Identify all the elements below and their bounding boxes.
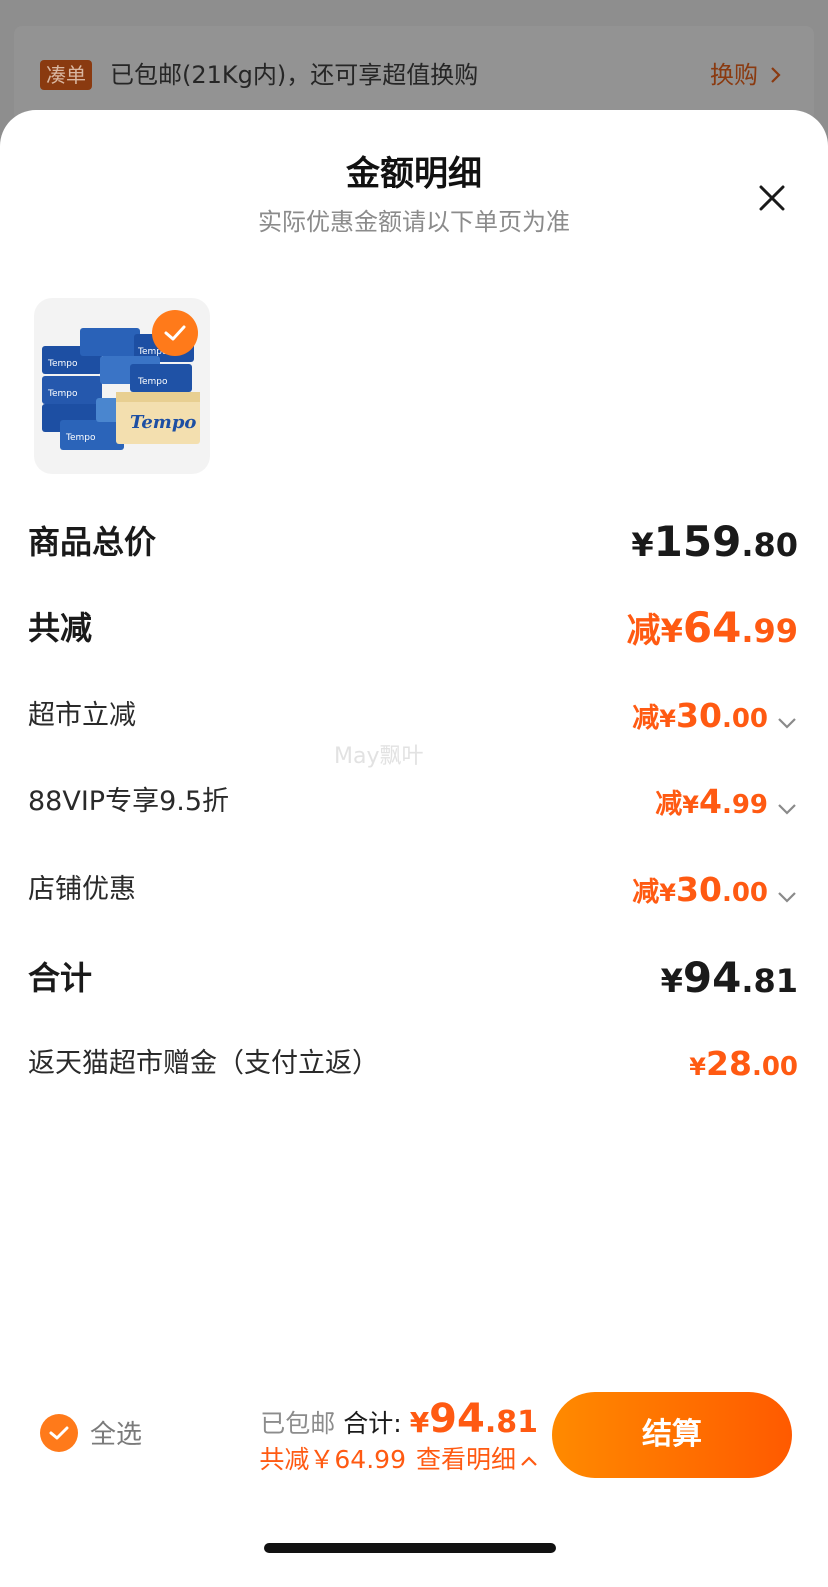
svg-text:Tempo: Tempo [47,359,78,369]
subtotal-row: 商品总价 ¥159.80 [28,514,798,570]
check-icon [164,325,186,341]
store-discount-label: 店铺优惠 [28,874,136,905]
product-selected-check[interactable] [152,310,198,356]
total-label: 合计: [343,1409,402,1438]
chevron-down-icon[interactable] [776,802,798,816]
chevron-up-icon [521,1456,537,1466]
supermarket-discount-row[interactable]: 超市立减 减¥30.00 [28,688,798,744]
store-discount-amount: 减¥30.00 [632,862,798,924]
total-discount-row: 共减 减¥64.99 [28,600,798,656]
total-discount-label: 共减 [28,609,93,647]
home-indicator[interactable] [264,1543,556,1553]
svg-text:Tempo: Tempo [137,377,168,387]
sum-amount: ¥94.81 [660,953,798,1002]
cashback-label: 返天猫超市赠金（支付立返） [28,1048,379,1079]
watermark: May飘叶 [334,744,424,769]
vip-discount-amount: 减¥4.99 [655,774,798,836]
bundle-tag: 凑单 [40,60,92,90]
vip-discount-row[interactable]: 88VIP专享9.5折 减¥4.99 [28,774,798,830]
sum-label: 合计 [28,959,93,997]
vip-discount-label: 88VIP专享9.5折 [28,786,230,817]
view-detail-link[interactable]: 查看明细 [416,1445,538,1474]
check-icon [49,1426,69,1440]
chevron-down-icon[interactable] [776,716,798,730]
select-all-checkbox[interactable] [40,1414,78,1452]
select-all-label[interactable]: 全选 [90,1416,142,1454]
sum-row: 合计 ¥94.81 [28,950,798,1006]
store-discount-row[interactable]: 店铺优惠 减¥30.00 [28,862,798,918]
bottom-discount-line: 共减￥64.99 查看明细 [259,1440,538,1480]
svg-text:Tempo: Tempo [65,433,96,443]
subtotal-amount: ¥159.80 [631,517,798,566]
exchange-link-label: 换购 [710,61,758,89]
sheet-subtitle: 实际优惠金额请以下单页为准 [258,208,570,236]
checkout-button[interactable]: 结算 [552,1392,792,1478]
sheet-title: 金额明细 [346,154,482,194]
supermarket-discount-label: 超市立减 [28,700,136,731]
chevron-down-icon[interactable] [776,890,798,904]
exchange-link[interactable]: 换购 [710,58,758,92]
chevron-right-icon [771,67,781,83]
cashback-amount: ¥28.00 [689,1044,798,1083]
svg-text:Tempo: Tempo [130,412,196,433]
bottom-discount-text: 共减￥64.99 [259,1445,406,1474]
total-discount-amount: 减¥64.99 [626,603,798,652]
svg-text:Tempo: Tempo [47,389,78,399]
cashback-row: 返天猫超市赠金（支付立返） ¥28.00 [28,1036,798,1092]
subtotal-label: 商品总价 [28,523,157,561]
close-icon[interactable] [758,184,786,212]
supermarket-discount-amount: 减¥30.00 [632,688,798,750]
banner-text: 已包邮(21Kg内)，还可享超值换购 [110,61,479,89]
free-shipping-text: 已包邮 [260,1409,336,1438]
